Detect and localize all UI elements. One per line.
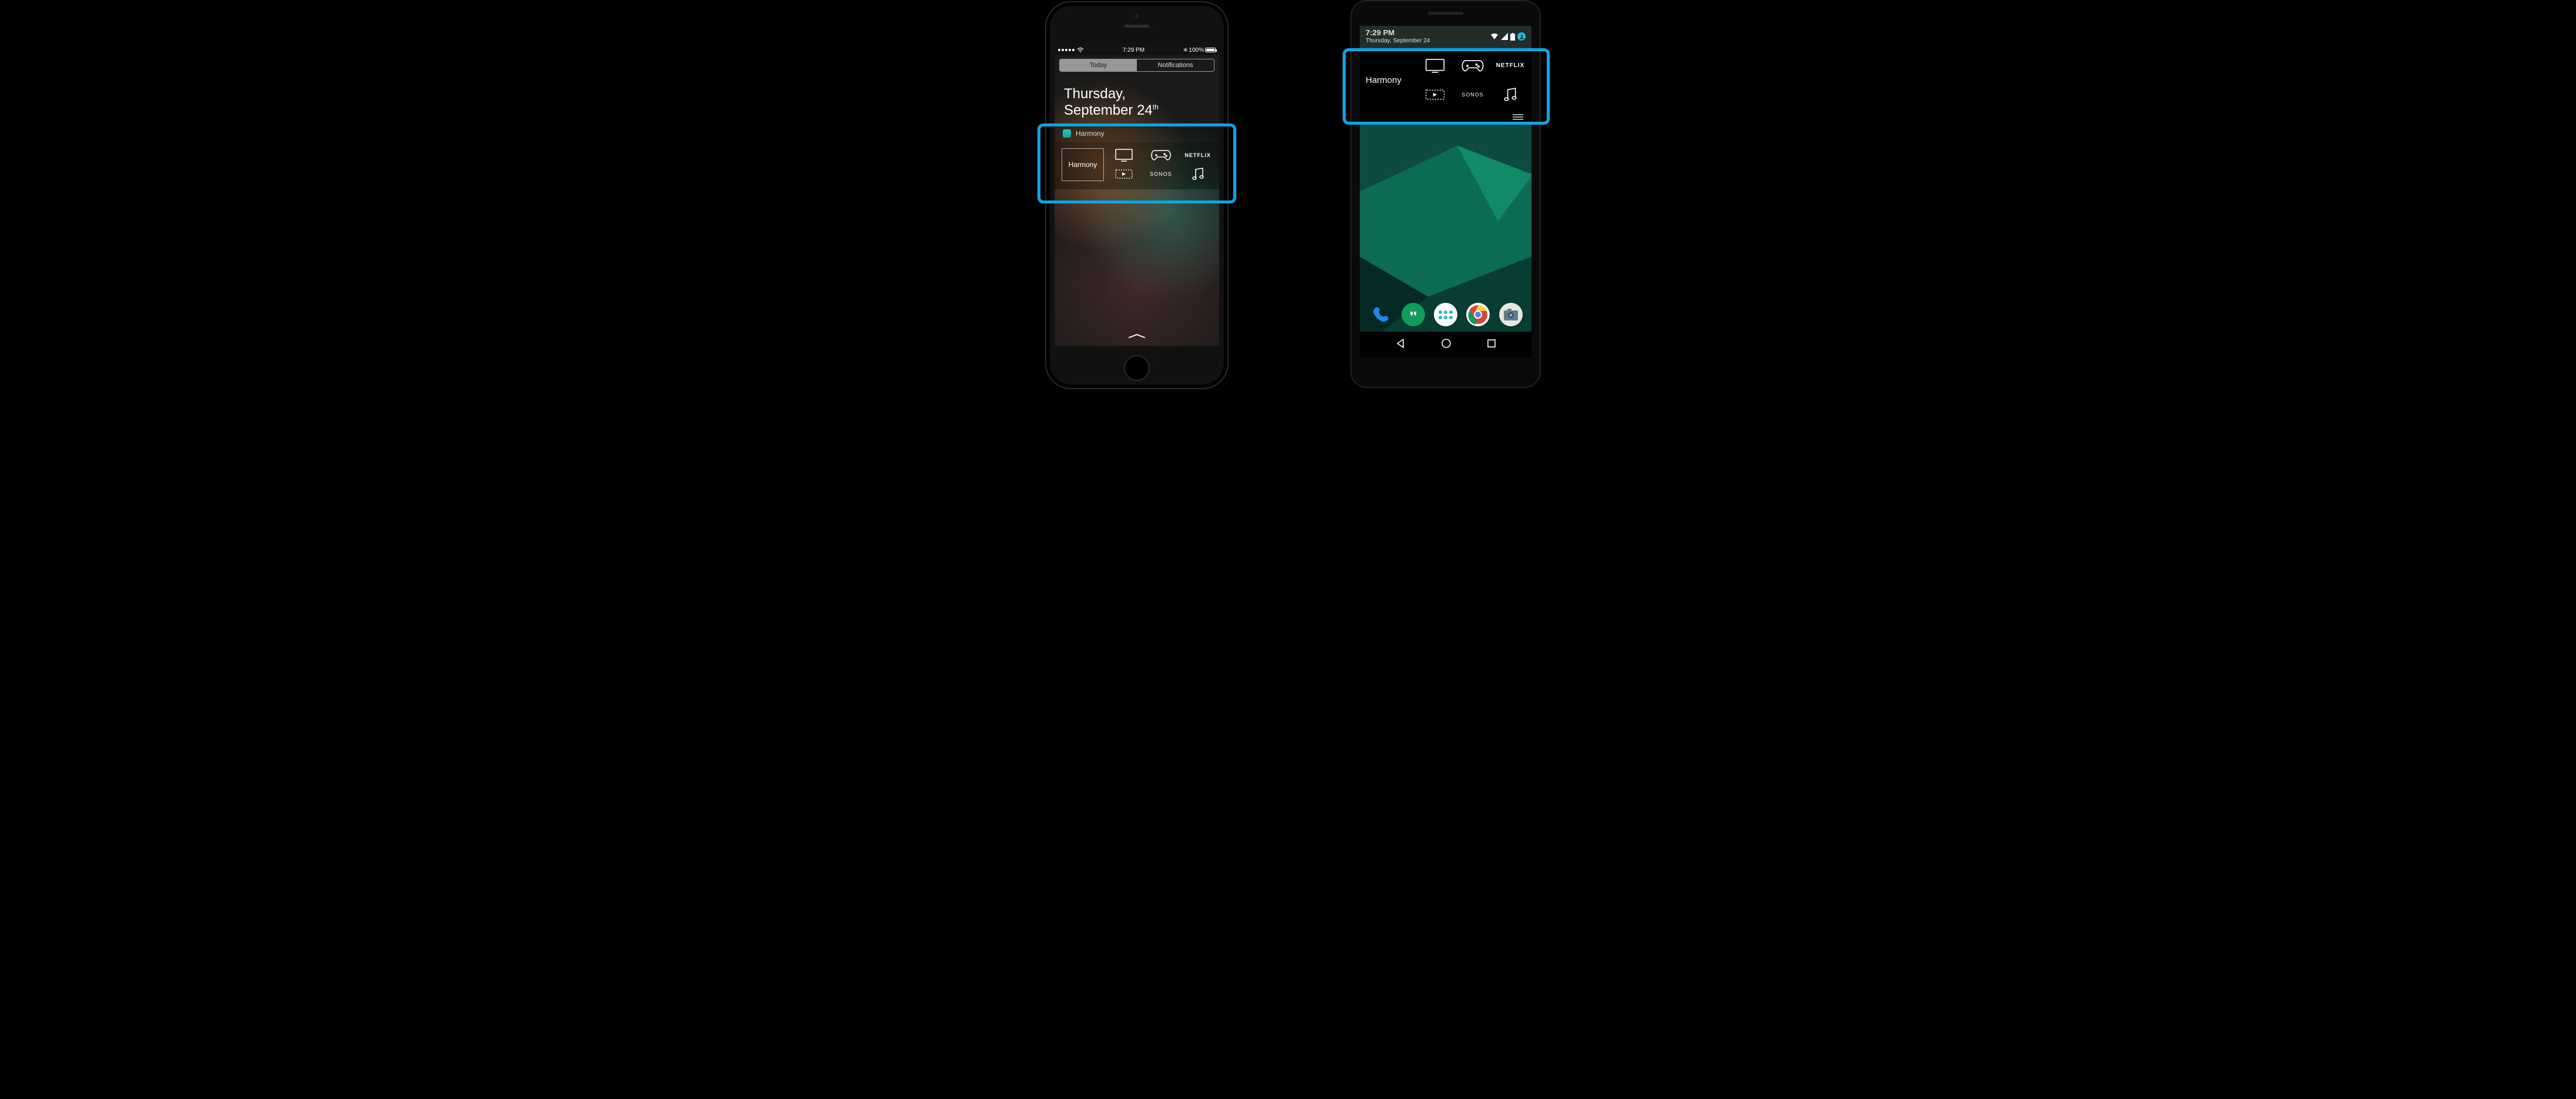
activity-music[interactable] bbox=[1495, 82, 1526, 107]
signal-icon bbox=[1058, 49, 1075, 51]
user-profile-icon[interactable] bbox=[1517, 32, 1526, 41]
android-status-bar: 7:29 PM Thursday, September 24 bbox=[1360, 26, 1531, 47]
android-favorites-tray bbox=[1360, 298, 1531, 332]
nav-back-icon[interactable] bbox=[1395, 338, 1406, 352]
android-nav-bar bbox=[1360, 332, 1531, 358]
wifi-icon bbox=[1077, 47, 1084, 53]
battery-icon bbox=[1510, 33, 1515, 41]
activity-netflix[interactable]: NETFLIX bbox=[1183, 148, 1212, 162]
widget-header: Harmony bbox=[1055, 124, 1219, 142]
iphone-sensor bbox=[1135, 14, 1139, 18]
cell-signal-icon bbox=[1501, 33, 1508, 40]
notification-shade-handle-icon[interactable] bbox=[1360, 112, 1531, 122]
activity-tv[interactable] bbox=[1420, 53, 1450, 78]
wifi-icon bbox=[1490, 33, 1499, 40]
app-chrome[interactable] bbox=[1466, 303, 1490, 326]
activity-grid-android: NETFLIX SONOS bbox=[1420, 53, 1526, 107]
activity-game[interactable] bbox=[1457, 53, 1488, 78]
harmony-big-tile[interactable]: Harmony bbox=[1062, 148, 1104, 181]
activity-stream[interactable] bbox=[1420, 82, 1450, 107]
ios-status-time: 7:29 PM bbox=[1123, 47, 1144, 54]
harmony-app-icon bbox=[1063, 129, 1071, 138]
nav-home-icon[interactable] bbox=[1441, 338, 1451, 352]
activity-sonos[interactable]: SONOS bbox=[1457, 82, 1488, 107]
android-status-time: 7:29 PM bbox=[1366, 28, 1430, 38]
harmony-widget-ios: Harmony bbox=[1055, 142, 1219, 189]
activity-netflix[interactable]: NETFLIX bbox=[1495, 53, 1526, 78]
widget-app-name: Harmony bbox=[1076, 129, 1105, 138]
iphone-frame: 7:29 PM ✻ 100% Today Notifications Thurs… bbox=[1045, 1, 1229, 389]
ios-status-bar: 7:29 PM ✻ 100% bbox=[1055, 45, 1219, 55]
activity-stream[interactable] bbox=[1110, 167, 1139, 181]
harmony-widget-title[interactable]: Harmony bbox=[1366, 75, 1413, 85]
android-status-date: Thursday, September 24 bbox=[1366, 38, 1430, 45]
activity-tv[interactable] bbox=[1110, 148, 1139, 162]
iphone-home-button[interactable] bbox=[1124, 355, 1150, 381]
android-screen: 7:29 PM Thursday, September 24 bbox=[1360, 26, 1531, 358]
app-camera[interactable] bbox=[1499, 303, 1523, 326]
today-date: Thursday, September 24th bbox=[1055, 75, 1219, 124]
android-speaker bbox=[1428, 12, 1463, 15]
iphone-screen: 7:29 PM ✻ 100% Today Notifications Thurs… bbox=[1055, 45, 1219, 346]
activity-sonos[interactable]: SONOS bbox=[1147, 167, 1176, 181]
iphone-earpiece bbox=[1125, 25, 1149, 28]
activity-music[interactable] bbox=[1183, 167, 1212, 181]
tab-today[interactable]: Today bbox=[1060, 59, 1137, 71]
app-drawer[interactable] bbox=[1434, 303, 1457, 326]
app-phone[interactable] bbox=[1369, 303, 1392, 326]
android-frame: 7:29 PM Thursday, September 24 bbox=[1350, 0, 1541, 388]
notification-center-grabber-icon[interactable] bbox=[1128, 332, 1146, 342]
today-notifications-tabs: Today Notifications bbox=[1059, 59, 1214, 72]
nav-recents-icon[interactable] bbox=[1487, 339, 1496, 351]
activity-grid-ios: NETFLIX SONOS bbox=[1110, 148, 1212, 181]
app-hangouts[interactable] bbox=[1402, 303, 1425, 326]
tab-notifications[interactable]: Notifications bbox=[1137, 59, 1214, 71]
battery-icon: ✻ 100% bbox=[1183, 47, 1216, 54]
activity-game[interactable] bbox=[1147, 148, 1176, 162]
harmony-widget-android: Harmony bbox=[1360, 47, 1531, 112]
